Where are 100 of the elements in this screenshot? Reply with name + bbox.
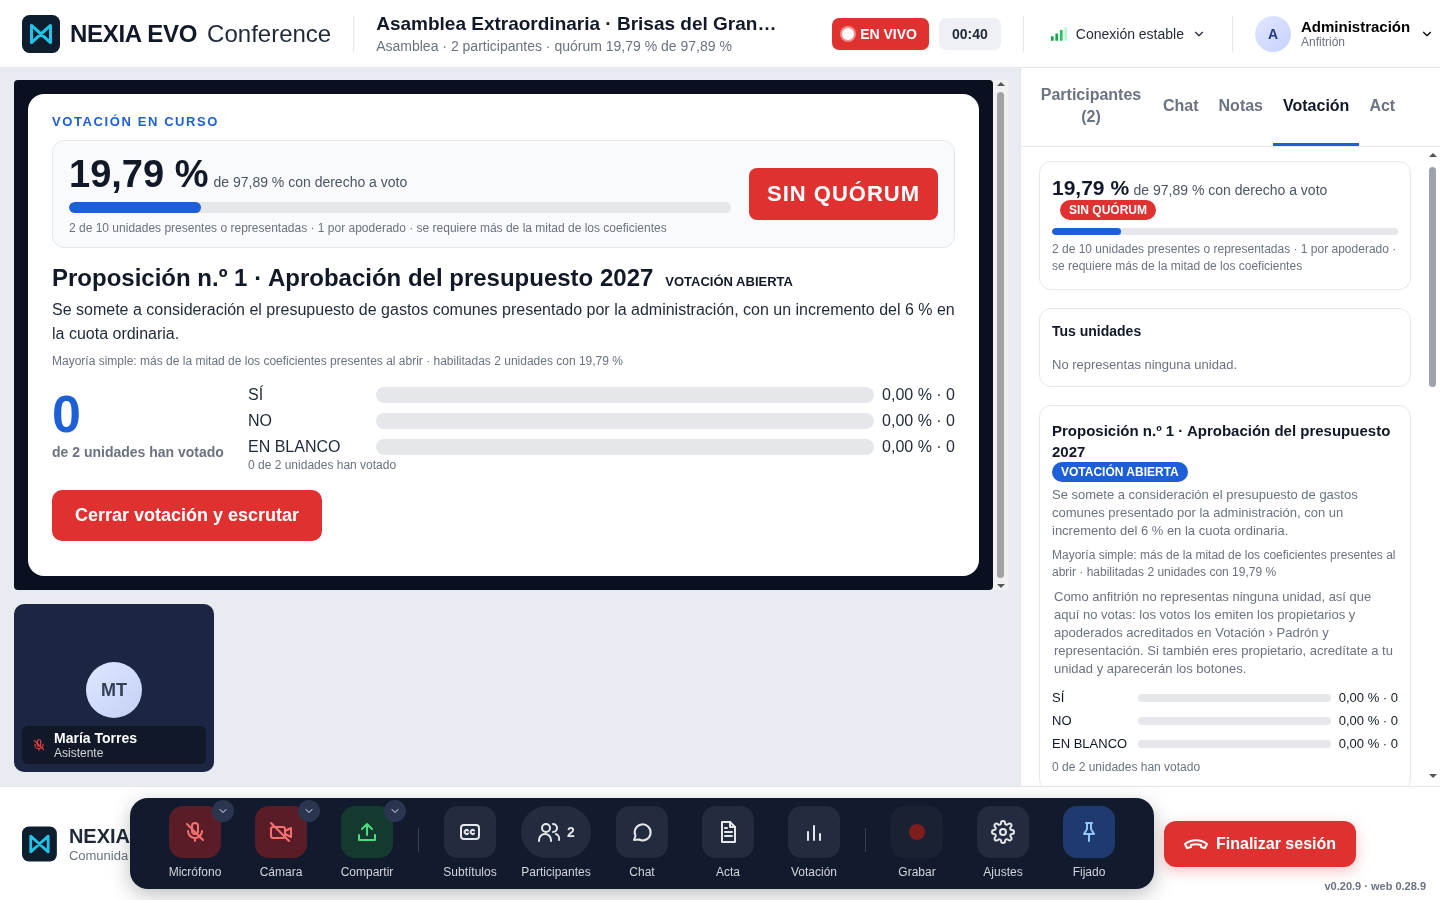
scroll-down-icon	[1427, 772, 1438, 780]
participant-avatar: MT	[86, 662, 142, 718]
panel-tab[interactable]: Votación	[1273, 68, 1360, 146]
option-result: 0,00 % · 0	[882, 386, 955, 404]
section-label: VOTACIÓN EN CURSO	[52, 114, 221, 129]
control-label: Compartir	[340, 865, 394, 879]
user-menu[interactable]: A Administración Anfitrión	[1255, 15, 1435, 52]
option-label: NO	[1052, 713, 1073, 728]
mic-button[interactable]	[169, 806, 221, 858]
units-title: Tus unidades	[1052, 323, 1143, 339]
option-label: SÍ	[1052, 690, 1066, 705]
upload-icon	[355, 820, 379, 844]
signal-icon	[1049, 25, 1068, 42]
meeting-title: Asamblea Extraordinaria · Brisas del Gran…	[376, 13, 778, 35]
options-menu-button[interactable]	[384, 800, 406, 822]
control-label: Acta	[716, 865, 740, 879]
quorum-status: SIN QUÓRUM	[749, 168, 938, 220]
control-label: Chat	[629, 865, 655, 879]
quorum-value: 19,79 %	[1052, 176, 1130, 199]
user-role: Anfitrión	[1301, 35, 1346, 49]
vote-count: 0	[52, 386, 82, 442]
poll-button[interactable]	[788, 806, 840, 858]
option-result: 0,00 % · 0	[882, 438, 955, 456]
panel-tab[interactable]: Act	[1359, 68, 1406, 146]
brand-name: NEXIA EVO	[70, 19, 198, 48]
quorum-caption: de 97,89 % con derecho a voto	[213, 174, 408, 190]
camera-off-icon	[269, 820, 293, 844]
panel-tab[interactable]: Participantes (2)	[1029, 68, 1153, 146]
option-result: 0,00 % · 0	[882, 412, 955, 430]
phone-hangup-icon	[1184, 838, 1208, 849]
scroll-thumb[interactable]	[1429, 167, 1436, 387]
brand-name: NEXIA	[68, 824, 130, 848]
proposal-title: Proposición n.º 1 · Aprobación del presupuesto 2027	[52, 264, 654, 292]
panel-tab[interactable]: Notas	[1208, 68, 1273, 146]
votes-note: 0 de 2 unidades han votado	[248, 458, 398, 472]
control-label: Participantes	[521, 865, 591, 879]
option-label: EN BLANCO	[248, 438, 342, 456]
option-label: SÍ	[248, 386, 265, 404]
meeting-subtitle: Asamblea · 2 participantes · quórum 19,79 % de 97,89 %	[376, 38, 733, 54]
majority-rule: Mayoría simple: más de la mitad de los coeficientes presentes al abrir · habilitadas 2 unidades con 19,79 %	[52, 354, 624, 368]
participant-name: María Torres	[54, 730, 137, 746]
control-label: Fijado	[1072, 865, 1106, 879]
control-label: Ajustes	[983, 865, 1023, 879]
chat-button[interactable]	[616, 806, 668, 858]
participant-role: Asistente	[54, 746, 105, 760]
quorum-note: 2 de 10 unidades presentes o representadas · 1 por apoderado · se requiere más de la mitad de los coeficientes	[1052, 241, 1398, 275]
settings-icon	[991, 820, 1015, 844]
option-result: 0,00 % · 0	[1338, 713, 1398, 728]
settings-button[interactable]	[977, 806, 1029, 858]
proposal-state: VOTACIÓN ABIERTA	[665, 274, 793, 289]
proposal-state: VOTACIÓN ABIERTA	[1052, 462, 1188, 482]
people-button[interactable]: 2	[521, 806, 591, 858]
scrollbar[interactable]	[993, 80, 1008, 590]
captions-button[interactable]	[444, 806, 496, 858]
proposal-description: Se somete a consideración el presupuesto de gastos comunes presentado por la administración, con un incremento del 6 % en la cuota ordinaria.	[52, 300, 955, 344]
connection-button[interactable]: Conexión estable	[1045, 21, 1210, 46]
units-text: No representas ninguna unidad.	[1052, 357, 1239, 372]
product-name: Conference	[207, 19, 332, 48]
document-button[interactable]	[702, 806, 754, 858]
control-label: Votación	[790, 865, 837, 879]
proposal-description: Se somete a consideración el presupuesto de gastos comunes presentado por la administración, con un incremento del 6 % en la cuota ordinaria.	[1052, 486, 1359, 540]
live-badge: EN VIVO	[832, 17, 929, 50]
votes-note: 0 de 2 unidades han votado	[1052, 759, 1202, 776]
host-note: Como anfitrión no representas ninguna unidad, así que aquí no votas: los votos los emiten los propietarios y apoderados acreditados en Votación › Padrón y representación. Si también eres propietario, acredítate a tu unidad y aparecerán los botones.	[1053, 588, 1394, 678]
scroll-thumb[interactable]	[997, 92, 1004, 578]
end-session-button[interactable]: Finalizar sesión	[1164, 820, 1357, 867]
microphone-off-icon	[183, 820, 207, 844]
option-result: 0,00 % · 0	[1338, 736, 1398, 751]
quorum-note: 2 de 10 unidades presentes o representadas · 1 por apoderado · se requiere más de la mitad de los coeficientes	[69, 221, 668, 235]
quorum-status: SIN QUÓRUM	[1060, 200, 1156, 220]
options-menu-button[interactable]	[212, 800, 234, 822]
majority-rule: Mayoría simple: más de la mitad de los coeficientes presentes al abrir · habilitadas 2 unidades con 19,79 %	[1052, 547, 1397, 581]
control-label: Micrófono	[168, 865, 222, 879]
option-label: NO	[248, 412, 273, 430]
scroll-down-icon	[995, 582, 1006, 590]
share-button[interactable]	[341, 806, 393, 858]
panel-tab[interactable]: Chat	[1153, 68, 1209, 146]
live-dot-icon	[842, 27, 855, 40]
control-label: Subtítulos	[443, 865, 497, 879]
camera-button[interactable]	[255, 806, 307, 858]
chat-bubble-icon	[630, 820, 654, 844]
logo-icon	[22, 14, 60, 53]
user-avatar: A	[1255, 15, 1291, 52]
control-label: Cámara	[259, 865, 303, 879]
options-menu-button[interactable]	[298, 800, 320, 822]
close-vote-button[interactable]: Cerrar votación y escrutar	[52, 490, 323, 541]
scroll-up-icon	[995, 80, 1006, 88]
quorum-caption: de 97,89 % con derecho a voto	[1133, 182, 1328, 198]
community-name: Comunida	[68, 847, 130, 863]
control-label: Grabar	[898, 865, 936, 879]
version-label: v0.20.9 · web 0.28.9	[1324, 880, 1426, 892]
user-name: Administración	[1301, 18, 1411, 35]
scroll-up-icon	[1427, 151, 1438, 159]
option-result: 0,00 % · 0	[1338, 690, 1398, 705]
participant-count: 2	[567, 824, 575, 840]
vote-count-label: de 2 unidades han votado	[52, 444, 225, 460]
option-label: EN BLANCO	[1052, 736, 1129, 751]
timer: 00:40	[939, 17, 1001, 50]
people-icon	[537, 820, 562, 844]
pin-button[interactable]	[1063, 806, 1115, 858]
